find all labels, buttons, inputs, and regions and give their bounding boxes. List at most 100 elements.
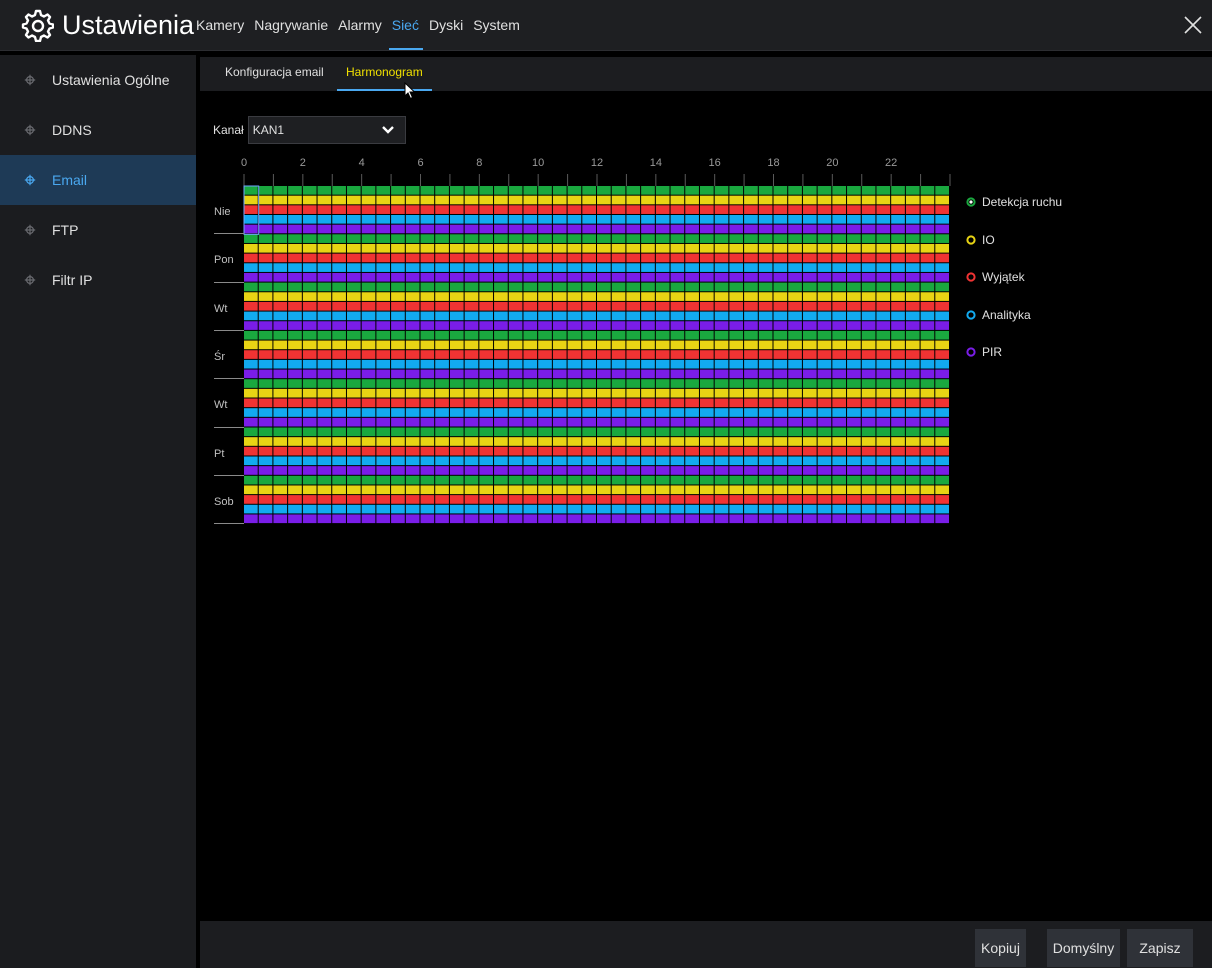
schedule-cell[interactable] <box>494 417 508 427</box>
schedule-cell[interactable] <box>905 195 920 205</box>
schedule-cell[interactable] <box>611 485 626 495</box>
schedule-cell[interactable] <box>273 485 288 495</box>
schedule-cell[interactable] <box>758 514 773 524</box>
schedule-cell[interactable] <box>641 466 655 475</box>
schedule-cell[interactable] <box>435 311 449 321</box>
schedule-cell[interactable] <box>729 186 744 195</box>
schedule-cell[interactable] <box>523 437 538 446</box>
schedule-cell[interactable] <box>302 475 317 485</box>
schedule-cell[interactable] <box>288 282 302 292</box>
schedule-cell[interactable] <box>744 359 758 369</box>
schedule-cell[interactable] <box>391 379 405 388</box>
schedule-cell[interactable] <box>891 408 905 417</box>
schedule-cell[interactable] <box>420 485 435 495</box>
schedule-cell[interactable] <box>479 495 494 504</box>
schedule-cell[interactable] <box>346 388 361 398</box>
schedule-cell[interactable] <box>758 263 773 272</box>
schedule-cell[interactable] <box>935 340 949 350</box>
schedule-cell[interactable] <box>449 398 464 408</box>
schedule-cell[interactable] <box>626 369 641 379</box>
schedule-cell[interactable] <box>288 485 302 495</box>
schedule-cell[interactable] <box>744 186 758 195</box>
schedule-cell[interactable] <box>758 495 773 504</box>
schedule-cell[interactable] <box>582 263 596 272</box>
schedule-cell[interactable] <box>670 466 685 475</box>
schedule-cell[interactable] <box>538 272 552 282</box>
schedule-cell[interactable] <box>729 301 744 311</box>
schedule-cell[interactable] <box>361 282 376 292</box>
schedule-cell[interactable] <box>376 437 391 446</box>
schedule-cell[interactable] <box>508 253 523 263</box>
schedule-cell[interactable] <box>552 446 567 456</box>
schedule-cell[interactable] <box>494 514 508 524</box>
schedule-cell[interactable] <box>832 417 847 427</box>
schedule-cell[interactable] <box>391 398 405 408</box>
schedule-cell[interactable] <box>538 504 552 514</box>
schedule-cell[interactable] <box>479 388 494 398</box>
schedule-cell[interactable] <box>449 446 464 456</box>
schedule-cell[interactable] <box>861 369 876 379</box>
schedule-cell[interactable] <box>479 475 494 485</box>
schedule-cell[interactable] <box>479 321 494 330</box>
schedule-cell[interactable] <box>597 398 611 408</box>
schedule-cell[interactable] <box>317 340 332 350</box>
schedule-cell[interactable] <box>361 186 376 195</box>
schedule-cell[interactable] <box>435 282 449 292</box>
schedule-cell[interactable] <box>641 340 655 350</box>
schedule-cell[interactable] <box>523 504 538 514</box>
schedule-cell[interactable] <box>847 224 861 234</box>
schedule-cell[interactable] <box>861 292 876 301</box>
schedule-cell[interactable] <box>391 417 405 427</box>
schedule-cell[interactable] <box>641 292 655 301</box>
schedule-cell[interactable] <box>670 301 685 311</box>
schedule-cell[interactable] <box>420 408 435 417</box>
schedule-cell[interactable] <box>861 243 876 253</box>
schedule-cell[interactable] <box>626 195 641 205</box>
schedule-cell[interactable] <box>832 495 847 504</box>
schedule-cell[interactable] <box>508 321 523 330</box>
schedule-cell[interactable] <box>523 456 538 466</box>
schedule-cell[interactable] <box>552 475 567 485</box>
schedule-cell[interactable] <box>891 321 905 330</box>
schedule-cell[interactable] <box>920 446 935 456</box>
schedule-cell[interactable] <box>449 301 464 311</box>
schedule-cell[interactable] <box>494 408 508 417</box>
schedule-cell[interactable] <box>538 321 552 330</box>
schedule-cell[interactable] <box>244 398 258 408</box>
schedule-cell[interactable] <box>905 292 920 301</box>
schedule-cell[interactable] <box>538 446 552 456</box>
schedule-cell[interactable] <box>597 292 611 301</box>
schedule-cell[interactable] <box>597 369 611 379</box>
schedule-cell[interactable] <box>302 243 317 253</box>
schedule-cell[interactable] <box>773 330 788 340</box>
schedule-cell[interactable] <box>273 475 288 485</box>
schedule-cell[interactable] <box>876 379 891 388</box>
schedule-cell[interactable] <box>244 446 258 456</box>
schedule-cell[interactable] <box>523 388 538 398</box>
schedule-cell[interactable] <box>420 495 435 504</box>
schedule-cell[interactable] <box>405 205 420 214</box>
schedule-cell[interactable] <box>611 282 626 292</box>
schedule-cell[interactable] <box>302 359 317 369</box>
schedule-cell[interactable] <box>626 243 641 253</box>
schedule-cell[interactable] <box>802 446 817 456</box>
schedule-cell[interactable] <box>714 224 729 234</box>
schedule-cell[interactable] <box>626 388 641 398</box>
schedule-cell[interactable] <box>332 340 346 350</box>
schedule-cell[interactable] <box>567 379 582 388</box>
schedule-cell[interactable] <box>508 379 523 388</box>
schedule-cell[interactable] <box>788 388 802 398</box>
schedule-cell[interactable] <box>258 282 273 292</box>
schedule-cell[interactable] <box>891 369 905 379</box>
schedule-cell[interactable] <box>758 408 773 417</box>
schedule-cell[interactable] <box>905 301 920 311</box>
schedule-cell[interactable] <box>714 243 729 253</box>
schedule-cell[interactable] <box>685 340 699 350</box>
schedule-cell[interactable] <box>552 408 567 417</box>
schedule-cell[interactable] <box>744 350 758 359</box>
schedule-cell[interactable] <box>538 243 552 253</box>
schedule-cell[interactable] <box>361 456 376 466</box>
schedule-cell[interactable] <box>641 495 655 504</box>
schedule-cell[interactable] <box>744 417 758 427</box>
schedule-cell[interactable] <box>273 311 288 321</box>
